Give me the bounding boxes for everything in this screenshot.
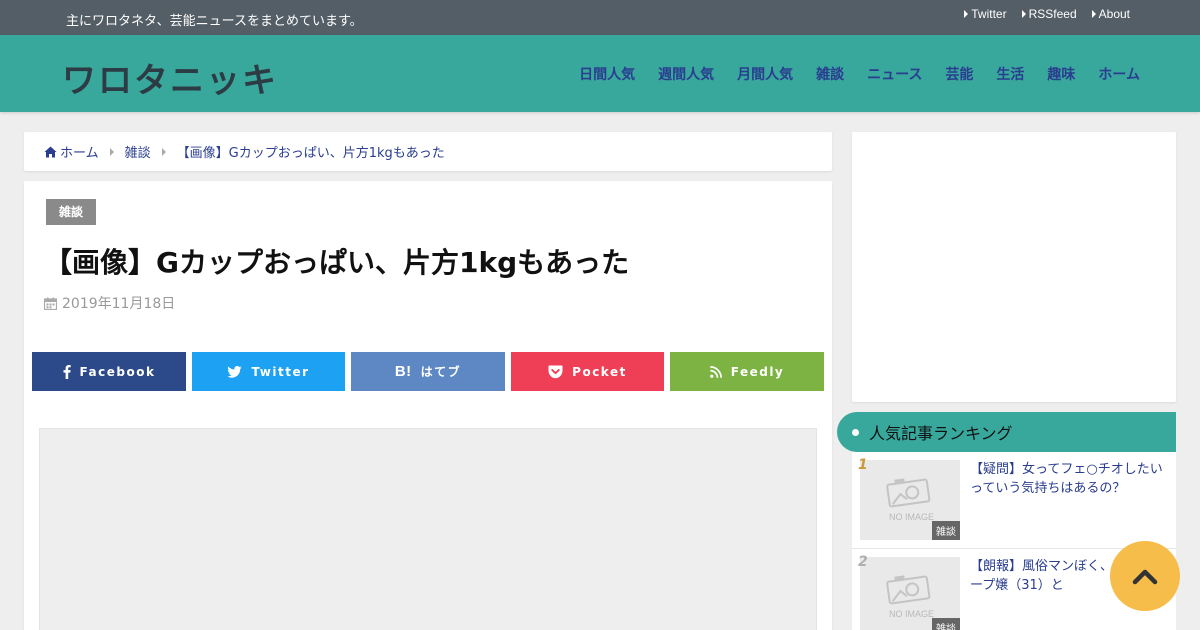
article-ad-placeholder: [39, 428, 817, 630]
share-twitter-label: Twitter: [251, 364, 310, 379]
top-links: Twitter RSSfeed About: [964, 7, 1130, 21]
caret-right-icon: [1021, 10, 1026, 18]
breadcrumb-home[interactable]: ホーム: [44, 142, 99, 161]
post-date: 2019年11月18日: [44, 293, 175, 313]
share-pocket-button[interactable]: Pocket: [511, 352, 664, 391]
nav-item-news[interactable]: ニュース: [867, 64, 922, 84]
twitter-link[interactable]: Twitter: [964, 7, 1007, 21]
rank-number: 1: [858, 457, 868, 473]
caret-right-icon: [964, 10, 969, 18]
breadcrumb: ホーム 雑談 【画像】Gカップおっぱい、片方1kgもあった: [24, 132, 832, 171]
rank-number: 2: [858, 554, 868, 570]
nav-item-weekly[interactable]: 週間人気: [658, 64, 714, 84]
share-buttons: Facebook Twitter B! はてブ Pocket Feedly: [32, 352, 824, 391]
nav-item-life[interactable]: 生活: [996, 64, 1024, 84]
site-logo[interactable]: ワロタニッキ: [62, 53, 278, 102]
chevron-up-icon: [1132, 569, 1158, 585]
back-to-top-button[interactable]: [1110, 541, 1180, 611]
nav-item-daily[interactable]: 日間人気: [579, 64, 635, 84]
global-nav: 日間人気 週間人気 月間人気 雑談 ニュース 芸能 生活 趣味 ホーム: [556, 64, 1140, 84]
rssfeed-link[interactable]: RSSfeed: [1021, 7, 1077, 21]
ranking-thumbnail[interactable]: NO IMAGE 雑談: [860, 557, 960, 630]
share-facebook-button[interactable]: Facebook: [32, 352, 186, 391]
share-hatena-label: はてブ: [420, 365, 462, 379]
ranking-item: NO IMAGE 雑談 1 【疑問】女ってフェ○チオしたいっていう気持ちはあるの…: [852, 452, 1176, 549]
calendar-icon: [44, 297, 57, 310]
nav-item-entertainment[interactable]: 芸能: [945, 64, 973, 84]
twitter-icon: [227, 365, 243, 378]
breadcrumb-separator-icon: [161, 147, 166, 156]
breadcrumb-home-label: ホーム: [60, 146, 99, 161]
site-tagline: 主にワロタネタ、芸能ニュースをまとめています。: [66, 14, 363, 29]
topbar: 主にワロタネタ、芸能ニュースをまとめています。 Twitter RSSfeed …: [0, 0, 1200, 35]
breadcrumb-separator-icon: [109, 147, 114, 156]
pocket-icon: [548, 365, 563, 379]
ranking-item-link[interactable]: 【疑問】女ってフェ○チオしたいっていう気持ちはあるの？: [970, 460, 1168, 498]
home-icon: [44, 146, 57, 157]
ranking-thumbnail[interactable]: NO IMAGE 雑談: [860, 460, 960, 540]
ranking-item-category: 雑談: [932, 521, 960, 540]
share-twitter-button[interactable]: Twitter: [192, 352, 345, 391]
share-feedly-label: Feedly: [730, 364, 785, 379]
nav-item-home[interactable]: ホーム: [1098, 64, 1140, 84]
about-link-label: About: [1098, 7, 1130, 21]
ranking-title: 人気記事ランキング: [869, 424, 1013, 443]
rss-icon: [709, 365, 722, 378]
nav-item-chat[interactable]: 雑談: [816, 64, 844, 84]
hatena-bookmark-icon: B!: [394, 363, 412, 380]
caret-right-icon: [1091, 10, 1096, 18]
breadcrumb-current[interactable]: 【画像】Gカップおっぱい、片方1kgもあった: [177, 142, 445, 161]
share-feedly-button[interactable]: Feedly: [670, 352, 824, 391]
share-hatena-button[interactable]: B! はてブ: [351, 352, 505, 391]
nav-item-hobby[interactable]: 趣味: [1047, 64, 1075, 84]
rssfeed-link-label: RSSfeed: [1028, 7, 1077, 21]
ranking-header: 人気記事ランキング: [837, 412, 1176, 452]
about-link[interactable]: About: [1091, 7, 1130, 21]
article-card: 雑談 【画像】Gカップおっぱい、片方1kgもあった 2019年11月18日 Fa…: [24, 181, 832, 630]
post-date-text: 2019年11月18日: [62, 296, 176, 312]
nav-item-monthly[interactable]: 月間人気: [737, 64, 793, 84]
site-header: ワロタニッキ 日間人気 週間人気 月間人気 雑談 ニュース 芸能 生活 趣味 ホ…: [0, 35, 1200, 112]
category-badge[interactable]: 雑談: [46, 199, 97, 225]
share-facebook-label: Facebook: [79, 364, 156, 379]
article-title: 【画像】Gカップおっぱい、片方1kgもあった: [44, 246, 630, 279]
sidebar-ad-placeholder: [852, 132, 1176, 402]
no-image-label: NO IMAGE: [889, 512, 935, 522]
bullet-icon: [852, 428, 859, 436]
twitter-link-label: Twitter: [971, 7, 1007, 21]
no-image-label: NO IMAGE: [889, 609, 935, 619]
share-pocket-label: Pocket: [572, 364, 627, 379]
ranking-item-category: 雑談: [932, 618, 960, 630]
facebook-icon: [63, 364, 71, 379]
breadcrumb-category[interactable]: 雑談: [125, 142, 151, 161]
